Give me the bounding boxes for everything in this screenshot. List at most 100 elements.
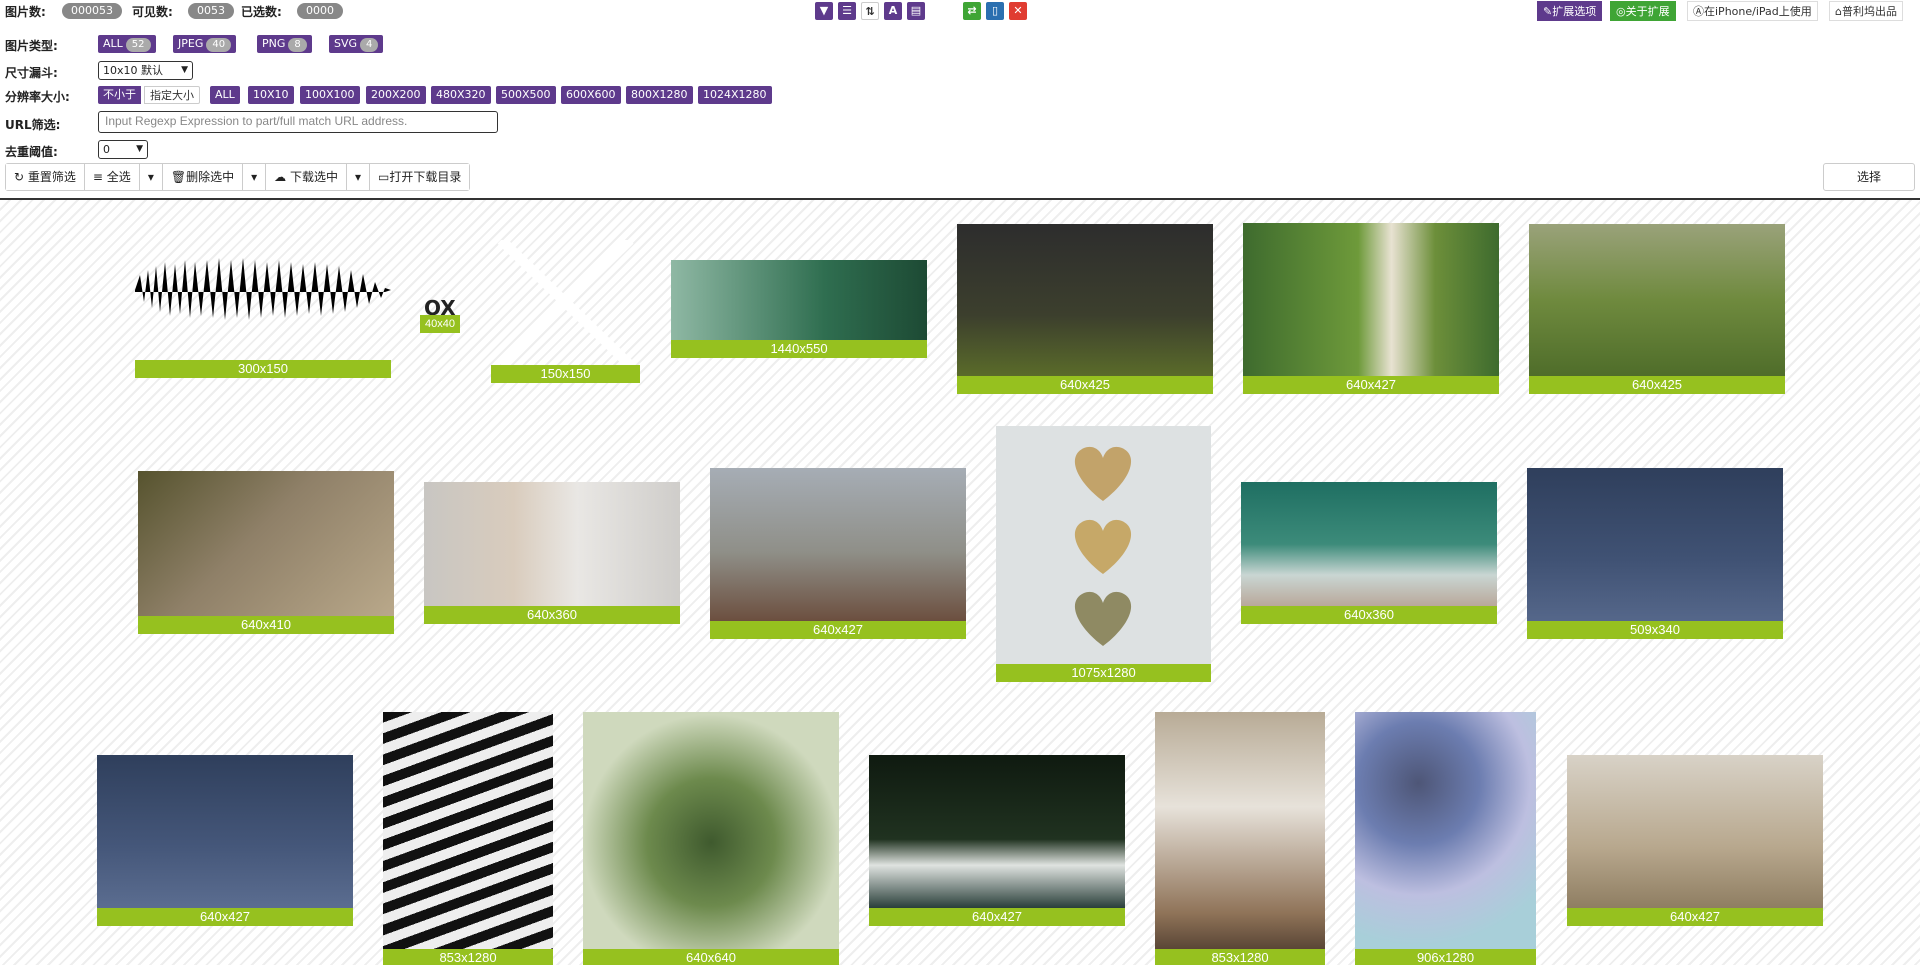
waveform-image: [135, 258, 391, 320]
mode-not-less-button[interactable]: 不小于: [98, 86, 141, 104]
image-tile[interactable]: 640x410: [138, 471, 394, 634]
close-icon[interactable]: ✕: [1009, 2, 1027, 20]
image-tile[interactable]: 1075x1280: [996, 426, 1211, 682]
size-funnel-label: 尺寸漏斗:: [5, 66, 58, 80]
select-all-button[interactable]: ≡ 全选: [84, 164, 140, 190]
iphone-ipad-button[interactable]: Ⓐ在iPhone/iPad上使用: [1687, 1, 1818, 21]
top-bar: 图片数: 000053 可见数: 0053 已选数: 0000 ▼ ☰ ⇅ A …: [0, 0, 1920, 24]
image-tile[interactable]: 1440x550: [671, 260, 927, 358]
delete-selected-dropdown[interactable]: ▾: [243, 164, 267, 190]
swap-icon[interactable]: ⇄: [963, 2, 981, 20]
resolution-10x10[interactable]: 10X10: [248, 86, 294, 104]
image-size-label: 853x1280: [1155, 949, 1325, 965]
reset-filter-button[interactable]: ↻ 重置筛选: [6, 164, 85, 190]
image-tile[interactable]: 300x150: [135, 220, 391, 380]
image-size-label: 640x427: [1243, 376, 1499, 394]
open-download-dir-button[interactable]: ▭打开下载目录: [370, 164, 470, 190]
image-tile[interactable]: 906x1280: [1355, 712, 1536, 965]
type-tag-all[interactable]: ALL 52: [98, 35, 156, 53]
image-size-label: 40x40: [420, 315, 460, 333]
refresh-icon: ↻: [14, 170, 25, 184]
resolution-1024x1280[interactable]: 1024X1280: [698, 86, 772, 104]
total-count-badge: 000053: [62, 3, 122, 19]
caret-down-icon: ▾: [147, 170, 154, 184]
resolution-500x500[interactable]: 500X500: [496, 86, 556, 104]
resolution-100x100[interactable]: 100X100: [300, 86, 360, 104]
image-size-label: 640x427: [1567, 908, 1823, 926]
image-tile[interactable]: 640x427: [1567, 755, 1823, 926]
chevron-down-icon: ▼: [181, 65, 188, 75]
cloud-download-icon: ☁: [274, 170, 287, 184]
image-size-label: 640x425: [1529, 376, 1785, 394]
image-tile[interactable]: 509x340: [1527, 468, 1783, 639]
select-all-dropdown[interactable]: ▾: [139, 164, 163, 190]
list-icon[interactable]: ☰: [838, 2, 856, 20]
selected-count-badge: 0000: [297, 3, 343, 19]
sofa-room-image: [1155, 712, 1325, 949]
grass-image: [957, 224, 1213, 376]
pheasant-image: [138, 471, 394, 616]
image-tile[interactable]: 640x427: [1243, 223, 1499, 394]
url-filter-input[interactable]: Input Regexp Expression to part/full mat…: [98, 111, 498, 133]
image-size-label: 640x427: [869, 908, 1125, 926]
hand-blossom-image: [424, 482, 680, 606]
image-tile[interactable]: OX 40x40: [420, 295, 460, 335]
total-count-label: 图片数:: [5, 5, 46, 19]
sort-icon[interactable]: ⇅: [861, 2, 879, 20]
list-icon: ≡: [92, 170, 103, 184]
chevron-down-icon: ▼: [136, 144, 143, 154]
image-tile[interactable]: 853x1280: [383, 712, 553, 965]
download-selected-dropdown[interactable]: ▾: [346, 164, 370, 190]
image-size-label: 640x427: [710, 621, 966, 639]
font-icon[interactable]: A: [884, 2, 902, 20]
image-tile[interactable]: 640x360: [1241, 482, 1497, 624]
image-tile[interactable]: 640x427: [869, 755, 1125, 926]
resolution-800x1280[interactable]: 800X1280: [626, 86, 693, 104]
filter-icon[interactable]: ▼: [815, 2, 833, 20]
type-tag-jpeg[interactable]: JPEG 40: [173, 35, 237, 53]
selected-count-label: 已选数:: [241, 5, 282, 19]
delete-selected-button[interactable]: 🗑删除选中: [162, 164, 244, 190]
resolution-label: 分辨率大小:: [5, 90, 70, 104]
choose-button[interactable]: 选择: [1823, 163, 1915, 191]
publisher-button[interactable]: ⌂普利坞出品: [1829, 1, 1903, 21]
type-tag-svg[interactable]: SVG 4: [329, 35, 384, 53]
resolution-480x320[interactable]: 480X320: [431, 86, 491, 104]
size-funnel-select[interactable]: 10x10 默认 ▼: [98, 61, 193, 80]
image-size-label: 640x640: [583, 949, 839, 965]
image-size-label: 906x1280: [1355, 949, 1536, 965]
extension-options-button[interactable]: ✎扩展选项: [1537, 1, 1603, 21]
image-tile[interactable]: 640x427: [97, 755, 353, 926]
image-tile[interactable]: 640x425: [957, 224, 1213, 394]
image-tile[interactable]: 640x360: [424, 482, 680, 624]
action-button-group: ↻ 重置筛选 ≡ 全选 ▾ 🗑删除选中 ▾ ☁ 下载选中 ▾ ▭打开下载目录: [5, 163, 471, 191]
layout-icon[interactable]: ▤: [907, 2, 925, 20]
dry-grass-image: [1567, 755, 1823, 908]
resolution-600x600[interactable]: 600X600: [561, 86, 621, 104]
image-tile[interactable]: 640x640: [583, 712, 839, 965]
woman-garden-image: [1243, 223, 1499, 376]
church-town-image: [710, 468, 966, 621]
image-tile[interactable]: 640x427: [710, 468, 966, 639]
download-selected-button[interactable]: ☁ 下载选中: [266, 164, 347, 190]
image-tile[interactable]: 640x425: [1529, 224, 1785, 394]
resolution-200x200[interactable]: 200X200: [366, 86, 426, 104]
image-type-label: 图片类型:: [5, 39, 58, 53]
type-tag-png[interactable]: PNG 8: [257, 35, 312, 53]
image-size-label: 640x360: [424, 606, 680, 624]
clouds-illustration-image: [1355, 712, 1536, 949]
info-icon: ◎: [1616, 5, 1626, 18]
image-size-label: 150x150: [491, 365, 640, 383]
document-icon[interactable]: ▯: [986, 2, 1004, 20]
resolution-all[interactable]: ALL: [210, 86, 240, 104]
dandelion-image: [671, 260, 927, 340]
image-tile[interactable]: 853x1280: [1155, 712, 1325, 965]
image-tile[interactable]: 150x150: [491, 240, 640, 385]
caret-down-icon: ▾: [251, 170, 258, 184]
about-extension-button[interactable]: ◎关于扩展: [1610, 1, 1676, 21]
dedup-threshold-select[interactable]: 0 ▼: [98, 140, 148, 159]
zebra-image: [383, 712, 553, 949]
mode-specified-button[interactable]: 指定大小: [144, 86, 200, 104]
image-size-label: 640x427: [97, 908, 353, 926]
url-filter-label: URL筛选:: [5, 118, 61, 132]
